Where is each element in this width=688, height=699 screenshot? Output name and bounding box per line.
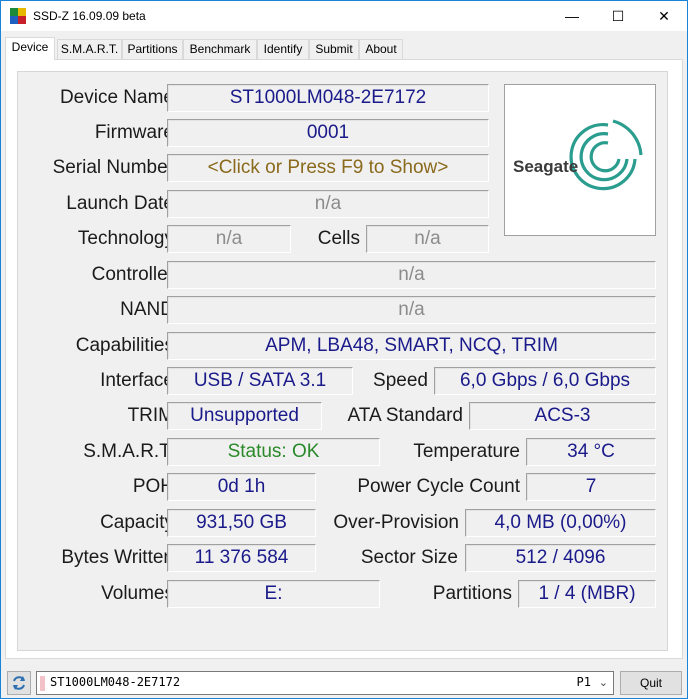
chevron-down-icon[interactable]: ⌄ [599, 676, 608, 689]
technology-label: Technology [77, 228, 174, 249]
capabilities-value: APM, LBA48, SMART, NCQ, TRIM [167, 332, 656, 360]
serial-number-value[interactable]: <Click or Press F9 to Show> [167, 154, 489, 182]
tab-benchmark[interactable]: Benchmark [183, 39, 257, 59]
drive-select[interactable]: ST1000LM048-2E7172 P1 ⌄ [36, 671, 614, 695]
nand-label: NAND [120, 299, 174, 320]
device-panel: Device Name ST1000LM048-2E7172 Firmware … [5, 59, 683, 659]
tab-submit[interactable]: Submit [309, 39, 359, 59]
refresh-icon [13, 676, 25, 690]
power-cycle-count-value: 7 [526, 473, 656, 501]
bytes-written-value: 11 376 584 [167, 544, 316, 572]
partitions-value: 1 / 4 (MBR) [518, 580, 656, 608]
trim-value: Unsupported [167, 402, 322, 430]
drive-color-marker [40, 676, 45, 691]
drive-select-value: ST1000LM048-2E7172 [50, 675, 181, 689]
firmware-value: 0001 [167, 119, 489, 147]
maximize-button[interactable]: ☐ [595, 1, 641, 31]
seagate-logo: Seagate [513, 119, 643, 191]
volumes-label: Volumes [101, 583, 174, 604]
cells-value: n/a [366, 225, 489, 253]
capabilities-label: Capabilities [75, 335, 174, 356]
temperature-label: Temperature [413, 441, 520, 462]
ata-standard-label: ATA Standard [347, 405, 463, 426]
poh-value: 0d 1h [167, 473, 316, 501]
temperature-value: 34 °C [526, 438, 656, 466]
over-provision-label: Over-Provision [333, 512, 459, 533]
vendor-logo: Seagate [504, 84, 656, 236]
partitions-label: Partitions [432, 583, 512, 604]
tab-about[interactable]: About [359, 39, 403, 59]
firmware-label: Firmware [94, 122, 174, 143]
volumes-value: E: [167, 580, 380, 608]
device-name-label: Device Name [59, 87, 174, 108]
ata-standard-value: ACS-3 [469, 402, 656, 430]
tab-smart[interactable]: S.M.A.R.T. [57, 39, 122, 59]
smart-label: S.M.A.R.T. [83, 441, 174, 462]
capacity-label: Capacity [100, 512, 174, 533]
tab-partitions[interactable]: Partitions [122, 39, 183, 59]
nand-value: n/a [167, 296, 656, 324]
serial-number-label: Serial Number [52, 157, 174, 178]
interface-value: USB / SATA 3.1 [167, 367, 353, 395]
tab-identify[interactable]: Identify [257, 39, 309, 59]
bytes-written-label: Bytes Written [61, 547, 174, 568]
capacity-value: 931,50 GB [167, 509, 316, 537]
technology-value: n/a [167, 225, 291, 253]
cells-label: Cells [317, 228, 360, 249]
seagate-logo-text: Seagate [513, 157, 578, 176]
smart-status-value: Status: OK [167, 438, 380, 466]
device-name-value: ST1000LM048-2E7172 [167, 84, 489, 112]
sector-size-label: Sector Size [360, 547, 458, 568]
speed-value: 6,0 Gbps / 6,0 Gbps [434, 367, 656, 395]
window-title: SSD-Z 16.09.09 beta [33, 9, 146, 23]
tab-device[interactable]: Device [5, 37, 55, 60]
speed-label: Speed [373, 370, 428, 391]
controller-label: Controller [91, 264, 174, 285]
quit-button[interactable]: Quit [620, 671, 682, 695]
close-button[interactable]: ✕ [641, 1, 687, 31]
device-info-group: Device Name ST1000LM048-2E7172 Firmware … [17, 71, 668, 651]
title-bar: SSD-Z 16.09.09 beta — ☐ ✕ [1, 1, 687, 31]
app-window: SSD-Z 16.09.09 beta — ☐ ✕ Device S.M.A.R… [0, 0, 688, 699]
bottom-bar: ST1000LM048-2E7172 P1 ⌄ Quit [1, 665, 687, 699]
app-icon [10, 8, 26, 24]
controller-value: n/a [167, 261, 656, 289]
refresh-button[interactable] [7, 671, 31, 695]
launch-date-value: n/a [167, 190, 489, 218]
launch-date-label: Launch Date [66, 193, 174, 214]
minimize-button[interactable]: — [549, 1, 595, 31]
interface-label: Interface [100, 370, 174, 391]
drive-port-label: P1 [576, 675, 591, 689]
power-cycle-count-label: Power Cycle Count [357, 476, 520, 497]
over-provision-value: 4,0 MB (0,00%) [465, 509, 656, 537]
sector-size-value: 512 / 4096 [465, 544, 656, 572]
